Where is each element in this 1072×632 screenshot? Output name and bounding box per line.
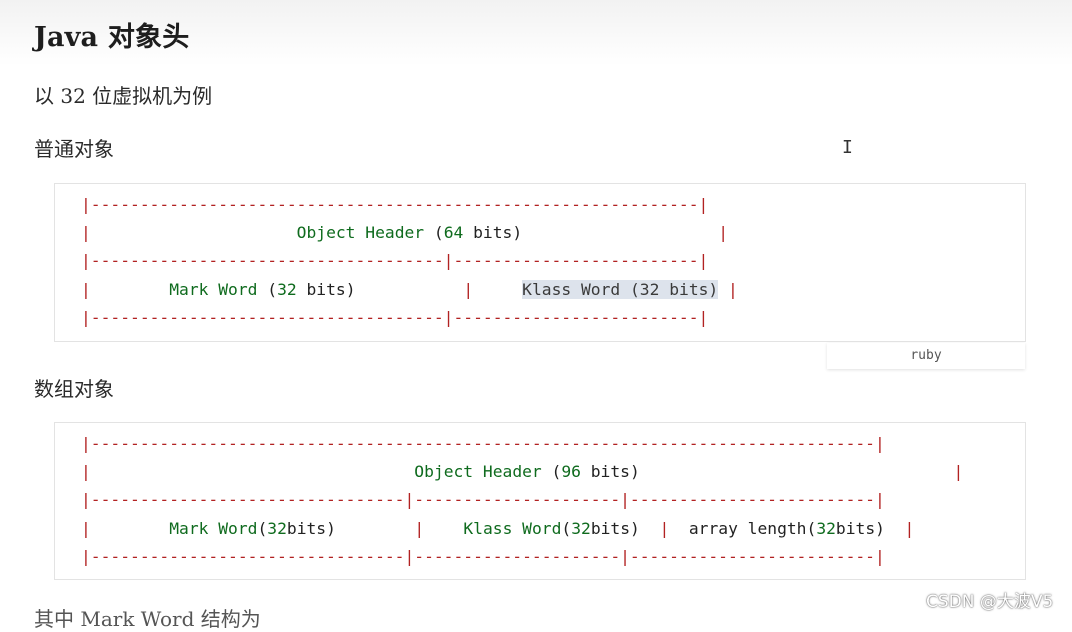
watermark: CSDN @大波V5 [926,592,1054,612]
object-header-label: Object Header [296,223,425,243]
intro-paragraph: 以 32 位虚拟机为例 [34,84,213,108]
klass-word-highlight: Klass Word (32 bits) [522,279,719,299]
code-block-array-object[interactable]: |---------------------------------------… [54,422,1026,580]
next-paragraph-partial: 其中 Mark Word 结构为 [34,607,261,631]
klass-word-label: Klass Word [522,279,621,299]
section-heading-normal-object: 普通对象 [34,137,114,161]
code-language-label[interactable]: ruby [827,343,1025,369]
code-block-normal-object[interactable]: |---------------------------------------… [54,183,1026,342]
klass-word-label: Klass Word [463,518,562,538]
array-length-label: array length [688,518,807,538]
mark-word-label: Mark Word [169,518,258,538]
code-content: |---------------------------------------… [81,195,738,327]
object-header-label: Object Header [414,462,542,482]
mark-word-label: Mark Word [169,279,258,299]
text-cursor-icon: I [842,137,853,158]
code-content: |---------------------------------------… [81,434,964,566]
page-title: Java 对象头 [34,22,190,53]
section-heading-array-object: 数组对象 [34,377,114,401]
